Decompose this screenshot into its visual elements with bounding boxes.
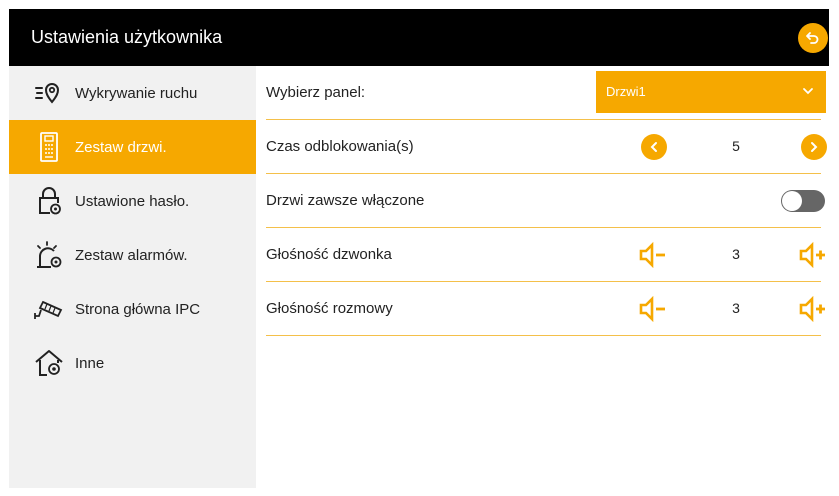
page-title: Ustawienia użytkownika	[31, 27, 223, 47]
panel-dropdown[interactable]: Drzwi1	[596, 71, 826, 113]
panel-select-label: Wybierz panel:	[266, 84, 366, 101]
sidebar-item-door-set[interactable]: Zestaw drzwi.	[9, 120, 256, 174]
volume-up-icon[interactable]	[798, 296, 828, 322]
settings-window: Ustawienia użytkownika Wykrywanie ruchu	[9, 9, 829, 488]
motion-detection-icon	[31, 78, 67, 108]
unlock-time-decrease-button[interactable]	[641, 134, 667, 160]
volume-up-icon[interactable]	[798, 242, 828, 268]
door-always-on-row: Drzwi zawsze włączone	[266, 174, 825, 228]
talk-volume-value: 3	[732, 300, 740, 316]
volume-down-icon[interactable]	[638, 242, 668, 268]
unlock-time-value: 5	[732, 138, 740, 154]
unlock-time-increase-button[interactable]	[801, 134, 827, 160]
volume-down-icon[interactable]	[638, 296, 668, 322]
door-panel-icon	[31, 132, 67, 162]
back-button[interactable]	[798, 23, 828, 53]
sidebar-item-alarm[interactable]: Zestaw alarmów.	[9, 228, 256, 282]
ring-volume-value: 3	[732, 246, 740, 262]
panel-select-row: Wybierz panel: Drzwi1	[266, 66, 826, 120]
chevron-right-icon	[811, 142, 818, 152]
ip-camera-icon	[31, 294, 67, 324]
talk-volume-label: Głośność rozmowy	[266, 300, 393, 317]
unlock-time-row: Czas odblokowania(s) 5	[266, 120, 827, 174]
back-arrow-icon	[806, 32, 819, 44]
ring-volume-row: Głośność dzwonka 3	[266, 228, 825, 282]
door-always-on-toggle[interactable]	[781, 190, 825, 212]
header-bar: Ustawienia użytkownika	[9, 9, 829, 66]
sidebar-item-label: Zestaw drzwi.	[75, 138, 167, 156]
chevron-down-icon	[803, 88, 813, 95]
home-settings-icon	[31, 348, 67, 378]
chevron-left-icon	[650, 142, 657, 152]
panel-dropdown-value: Drzwi1	[606, 84, 646, 99]
sidebar-item-password[interactable]: Ustawione hasło.	[9, 174, 256, 228]
door-always-on-label: Drzwi zawsze włączone	[266, 192, 425, 209]
sidebar-item-motion-detection[interactable]: Wykrywanie ruchu	[9, 66, 256, 120]
ring-volume-label: Głośność dzwonka	[266, 246, 392, 263]
alarm-settings-icon	[31, 240, 67, 270]
lock-settings-icon	[31, 186, 67, 216]
sidebar-item-ipc[interactable]: Strona główna IPC	[9, 282, 256, 336]
talk-volume-row: Głośność rozmowy 3	[266, 282, 825, 336]
sidebar: Wykrywanie ruchu Zestaw drzwi. Ustawione…	[9, 66, 256, 488]
unlock-time-label: Czas odblokowania(s)	[266, 138, 414, 155]
sidebar-item-other[interactable]: Inne	[9, 336, 256, 390]
sidebar-item-label: Wykrywanie ruchu	[75, 84, 198, 102]
toggle-knob	[782, 191, 802, 211]
sidebar-item-label: Strona główna IPC	[75, 300, 201, 318]
sidebar-item-label: Zestaw alarmów.	[75, 246, 188, 264]
sidebar-item-label: Ustawione hasło.	[75, 192, 190, 210]
sidebar-item-label: Inne	[75, 354, 105, 372]
settings-panel: Wybierz panel: Drzwi1 Czas odblokowania(…	[256, 66, 829, 488]
